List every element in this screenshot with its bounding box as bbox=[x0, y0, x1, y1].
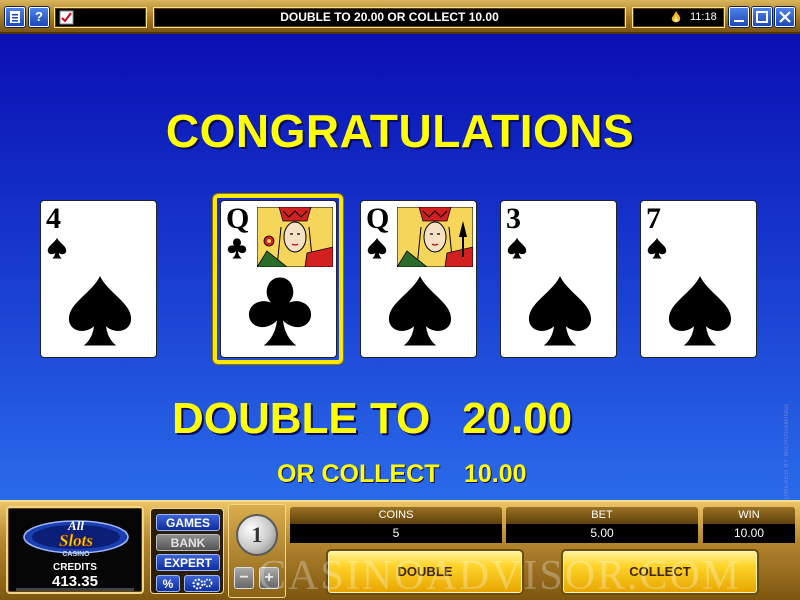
coin-size-display[interactable]: 1 bbox=[236, 514, 278, 556]
casino-logo: All Slots CASINO bbox=[23, 518, 129, 558]
queen-face-art bbox=[397, 207, 473, 267]
logo-line3: CASINO bbox=[62, 551, 90, 558]
card-rank: Q bbox=[366, 202, 390, 235]
bank-button[interactable]: BANK bbox=[156, 534, 220, 551]
spades-icon bbox=[47, 237, 67, 259]
games-button[interactable]: GAMES bbox=[156, 514, 220, 531]
settings-button[interactable] bbox=[184, 575, 220, 592]
double-button[interactable]: DOUBLE bbox=[326, 549, 524, 595]
playing-card-1[interactable]: 4 bbox=[40, 200, 157, 358]
spades-icon bbox=[507, 237, 527, 259]
control-panel: All Slots CASINO CREDITS 413.35 GAMES BA… bbox=[0, 500, 800, 600]
casino-logo-panel: All Slots CASINO CREDITS 413.35 bbox=[6, 506, 144, 594]
payout-percent-button[interactable]: % bbox=[156, 575, 180, 592]
coins-label: COINS bbox=[290, 507, 502, 524]
card-rank: Q bbox=[226, 202, 250, 235]
card-rank: 4 bbox=[46, 202, 61, 235]
clubs-icon bbox=[227, 238, 247, 259]
card-rank: 3 bbox=[506, 202, 521, 235]
card-rank: 7 bbox=[646, 202, 661, 235]
spades-icon bbox=[68, 275, 132, 346]
coin-decrease-button[interactable]: − bbox=[234, 567, 254, 589]
logo-divider bbox=[16, 588, 134, 591]
win-value: 10.00 bbox=[703, 524, 795, 543]
checkbox-icon[interactable] bbox=[59, 10, 74, 25]
minimize-button[interactable] bbox=[729, 7, 749, 27]
maximize-button[interactable] bbox=[752, 7, 772, 27]
playing-card-2[interactable]: Q bbox=[220, 200, 337, 358]
logo-line2: Slots bbox=[59, 531, 93, 550]
coin-size-panel: 1 − + bbox=[228, 504, 286, 598]
win-label: WIN bbox=[703, 507, 795, 524]
double-amount: 20.00 bbox=[462, 394, 573, 443]
bet-label: BET bbox=[506, 507, 698, 524]
playing-card-3[interactable]: Q bbox=[360, 200, 477, 358]
minimize-icon bbox=[734, 20, 744, 22]
spades-icon bbox=[647, 237, 667, 259]
close-icon bbox=[779, 11, 791, 23]
spades-icon bbox=[367, 237, 387, 259]
gears-icon bbox=[192, 578, 213, 590]
spades-icon bbox=[388, 275, 452, 346]
help-button[interactable]: ? bbox=[29, 7, 49, 27]
clock-time: 11:18 bbox=[690, 11, 717, 23]
spades-icon bbox=[668, 275, 732, 346]
double-label: DOUBLE TO bbox=[172, 394, 431, 443]
playing-card-4[interactable]: 3 bbox=[500, 200, 617, 358]
game-field: CONGRATULATIONS 4 Q Q 3 7 DOUBLE TO 20.00 OR… bbox=[0, 34, 800, 504]
collect-offer: OR COLLECT 10.00 bbox=[277, 460, 527, 489]
coin-increase-button[interactable]: + bbox=[259, 567, 279, 589]
congratulations-banner: CONGRATULATIONS bbox=[165, 105, 635, 157]
collect-label: OR COLLECT bbox=[277, 460, 440, 488]
clock-panel: 11:18 bbox=[632, 7, 725, 28]
coins-value: 5 bbox=[290, 524, 502, 543]
mode-panel: GAMES BANK EXPERT % bbox=[150, 508, 224, 594]
collect-button[interactable]: COLLECT bbox=[561, 549, 759, 595]
queen-face-art bbox=[257, 207, 333, 267]
status-message: DOUBLE TO 20.00 OR COLLECT 10.00 bbox=[153, 7, 626, 28]
flame-icon bbox=[671, 11, 681, 23]
top-toolbar: ? DOUBLE TO 20.00 OR COLLECT 10.00 11:18 bbox=[0, 0, 800, 34]
collect-amount: 10.00 bbox=[464, 460, 527, 488]
clubs-icon bbox=[248, 277, 312, 346]
powered-by-text: POWERED BY MICROGAMING™ bbox=[784, 399, 790, 504]
expert-button[interactable]: EXPERT bbox=[156, 554, 220, 571]
close-button[interactable] bbox=[775, 7, 795, 27]
bet-value: 5.00 bbox=[506, 524, 698, 543]
playing-card-5[interactable]: 7 bbox=[640, 200, 757, 358]
sound-panel bbox=[54, 7, 147, 28]
double-offer: DOUBLE TO 20.00 bbox=[172, 394, 572, 444]
credits-label: CREDITS bbox=[53, 562, 97, 573]
spades-icon bbox=[528, 275, 592, 346]
menu-icon-glyph bbox=[10, 11, 20, 23]
menu-icon[interactable] bbox=[5, 7, 25, 27]
maximize-icon bbox=[756, 11, 768, 23]
